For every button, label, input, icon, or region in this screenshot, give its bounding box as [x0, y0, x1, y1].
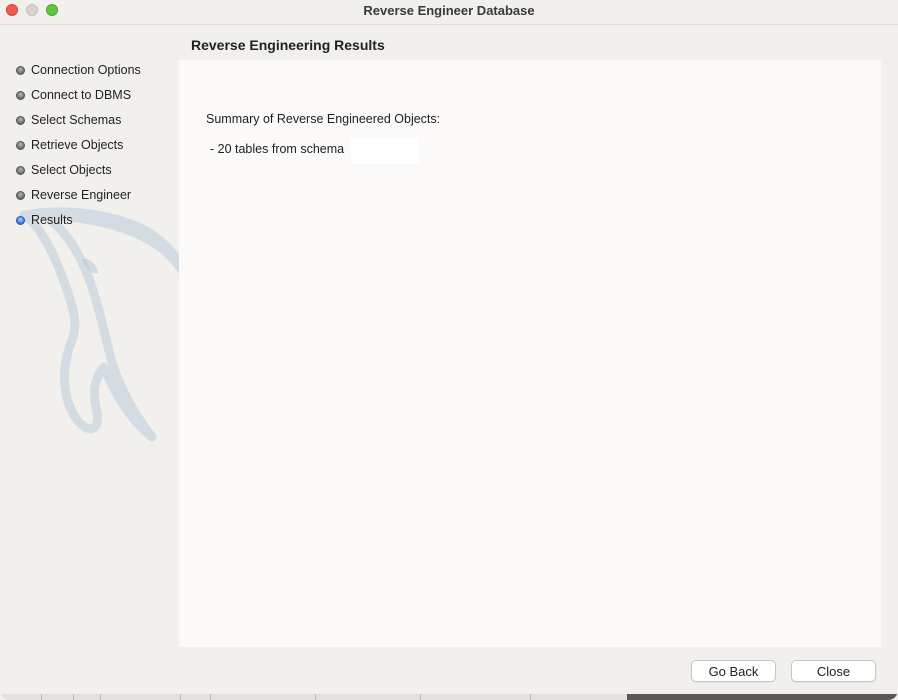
summary-heading: Summary of Reverse Engineered Objects:	[206, 112, 441, 126]
schema-name	[351, 137, 419, 164]
step-retrieve-objects: Retrieve Objects	[16, 136, 123, 154]
window-title: Reverse Engineer Database	[363, 3, 535, 18]
step-done-icon	[16, 165, 25, 175]
background-window-panel	[627, 694, 898, 700]
divider	[530, 694, 531, 700]
step-select-objects: Select Objects	[16, 161, 112, 179]
step-done-icon	[16, 65, 25, 75]
step-connect-to-dbms: Connect to DBMS	[16, 86, 131, 104]
divider	[41, 694, 42, 700]
title-bar: Reverse Engineer Database	[0, 0, 898, 25]
step-label: Connection Options	[31, 63, 141, 77]
divider	[180, 694, 181, 700]
step-done-icon	[16, 115, 25, 125]
divider	[210, 694, 211, 700]
summary-tables-line: - 20 tables from schema	[210, 142, 345, 156]
step-reverse-engineer: Reverse Engineer	[16, 186, 131, 204]
divider	[315, 694, 316, 700]
step-done-icon	[16, 90, 25, 100]
step-label: Reverse Engineer	[31, 188, 132, 202]
close-button[interactable]: Close	[791, 660, 876, 682]
go-back-button[interactable]: Go Back	[691, 660, 776, 682]
wizard-steps-sidebar: Connection Options Connect to DBMS Selec…	[0, 25, 179, 665]
step-label: Connect to DBMS	[31, 88, 132, 102]
divider	[73, 694, 74, 700]
step-label: Results	[31, 213, 73, 227]
background-window-strip	[0, 694, 898, 700]
divider	[420, 694, 421, 700]
step-label: Retrieve Objects	[31, 138, 124, 152]
step-active-icon	[16, 215, 25, 225]
step-connection-options: Connection Options	[16, 61, 141, 79]
step-done-icon	[16, 140, 25, 150]
results-panel: Summary of Reverse Engineered Objects: -…	[179, 60, 881, 647]
step-label: Select Objects	[31, 163, 112, 177]
step-label: Select Schemas	[31, 113, 122, 127]
step-done-icon	[16, 190, 25, 200]
divider	[100, 694, 101, 700]
reverse-engineer-window: Reverse Engineer Database Connection Opt…	[0, 0, 898, 700]
page-title: Reverse Engineering Results	[191, 37, 385, 53]
step-results: Results	[16, 211, 73, 229]
step-select-schemas: Select Schemas	[16, 111, 121, 129]
